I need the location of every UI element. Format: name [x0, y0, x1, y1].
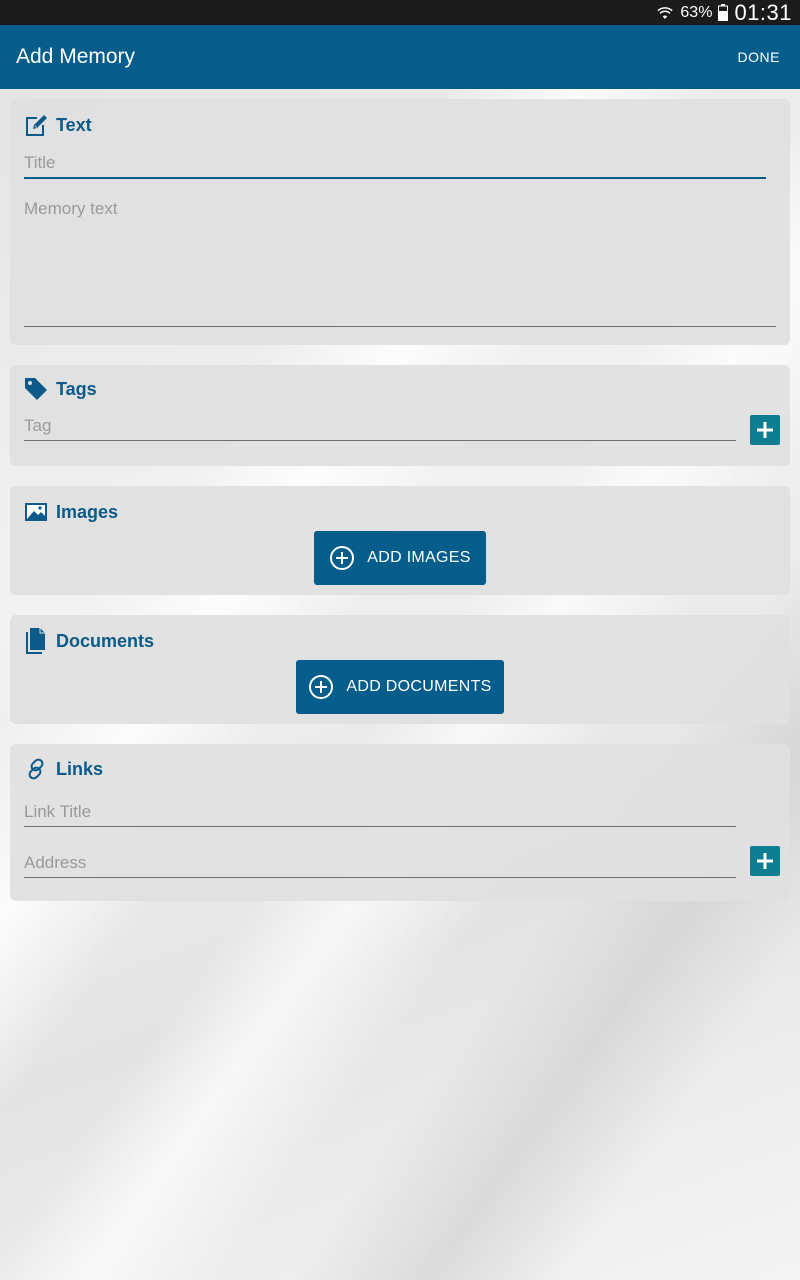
title-placeholder: Title	[24, 153, 56, 172]
page-title: Add Memory	[16, 45, 136, 68]
documents-section-header: Documents	[24, 627, 154, 655]
tag-placeholder: Tag	[24, 416, 52, 435]
add-images-button[interactable]: ADD IMAGES	[314, 531, 486, 585]
add-circle-icon	[330, 546, 355, 570]
battery-percent: 63%	[680, 3, 713, 21]
links-section-header: Links	[24, 757, 103, 781]
link-title-placeholder: Link Title	[24, 802, 92, 821]
links-section-title: Links	[56, 758, 104, 779]
add-tag-button[interactable]	[750, 415, 780, 445]
memory-text-input[interactable]: Memory text	[24, 199, 776, 327]
tags-section: Tags Tag	[10, 365, 790, 466]
wifi-icon	[657, 6, 674, 19]
document-icon	[26, 628, 45, 654]
links-section: Links Link Title Address	[10, 744, 790, 901]
address-input[interactable]: Address	[24, 853, 736, 878]
images-section-title: Images	[56, 501, 119, 522]
plus-icon	[757, 853, 773, 869]
add-documents-button[interactable]: ADD DOCUMENTS	[296, 660, 504, 714]
images-section-header: Images	[24, 500, 118, 524]
add-link-button[interactable]	[750, 846, 780, 876]
tags-section-title: Tags	[56, 378, 97, 399]
edit-note-icon	[26, 115, 47, 136]
plus-icon	[757, 422, 773, 438]
clock: 01:31	[734, 0, 792, 25]
add-documents-label: ADD DOCUMENTS	[346, 678, 492, 695]
add-circle-icon	[309, 675, 334, 699]
documents-section-title: Documents	[56, 630, 155, 651]
status-bar: 63% 01:31	[0, 0, 800, 25]
tag-icon	[25, 378, 47, 400]
documents-section: Documents ADD DOCUMENTS	[10, 615, 790, 724]
address-placeholder: Address	[24, 853, 87, 872]
title-input[interactable]: Title	[24, 153, 766, 179]
memory-text-placeholder: Memory text	[24, 199, 118, 218]
images-section: Images ADD IMAGES	[10, 486, 790, 595]
battery-icon	[718, 4, 729, 21]
add-images-label: ADD IMAGES	[367, 549, 471, 566]
tag-input[interactable]: Tag	[24, 416, 736, 441]
link-title-input[interactable]: Link Title	[24, 802, 736, 827]
tags-section-header: Tags	[24, 377, 97, 401]
image-icon	[25, 503, 47, 521]
link-icon	[28, 758, 44, 780]
done-button[interactable]: DONE	[734, 41, 784, 73]
text-section-title: Text	[56, 114, 92, 135]
text-section: Text Title Memory text	[10, 99, 790, 345]
app-bar: Add Memory DONE	[0, 25, 800, 89]
text-section-header: Text	[24, 113, 92, 137]
